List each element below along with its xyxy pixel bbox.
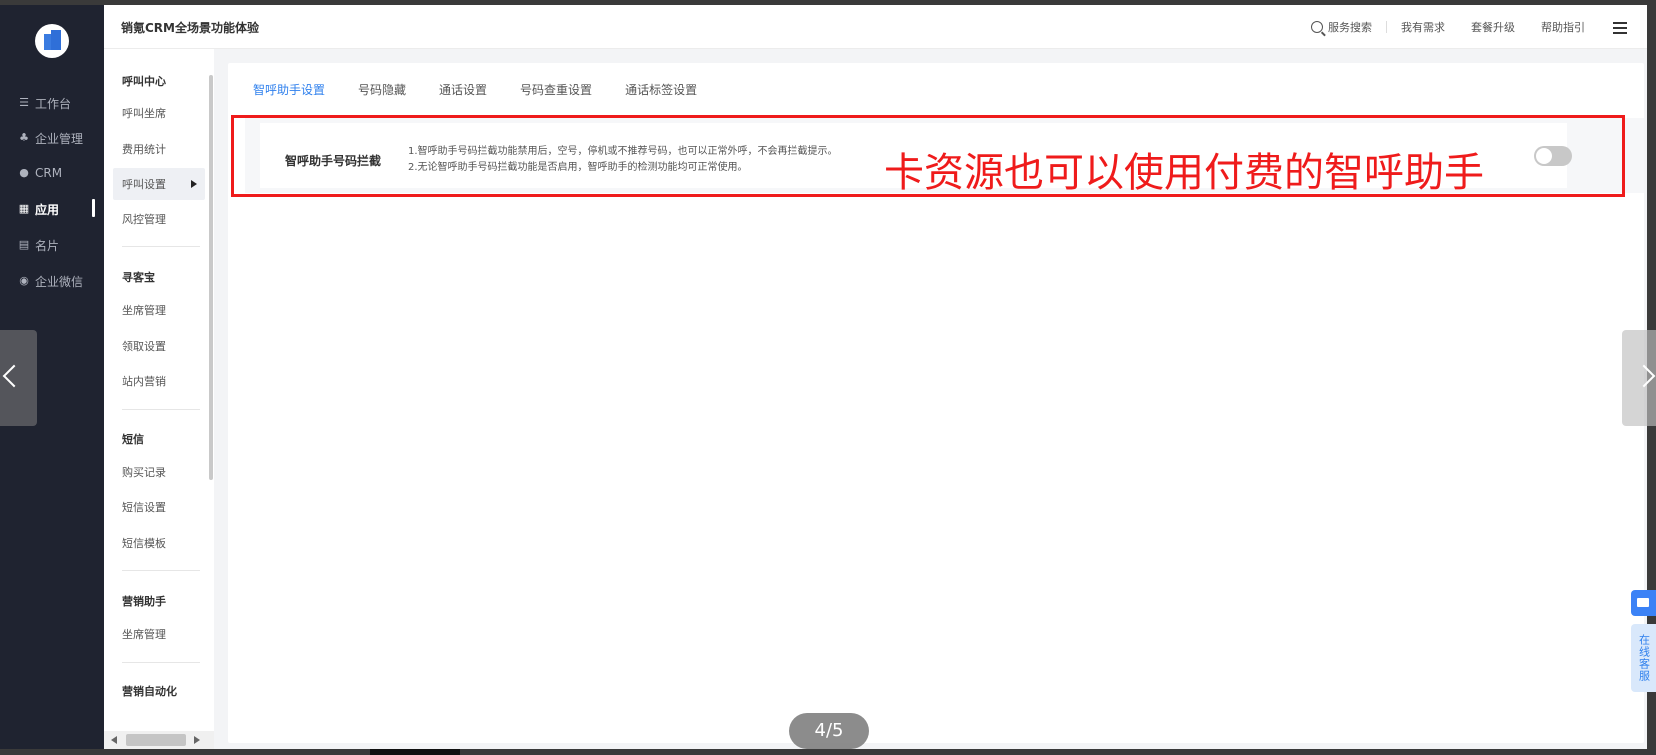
page-counter: 4/5 xyxy=(789,713,869,749)
divider xyxy=(1386,21,1387,33)
nav-item-label: 企业管理 xyxy=(35,131,84,146)
hamburger-menu-icon[interactable] xyxy=(1613,22,1627,34)
nav-item-crm[interactable]: ● CRM xyxy=(0,155,104,191)
service-search-link[interactable]: 服务搜索 xyxy=(1328,19,1372,35)
submenu-divider xyxy=(122,570,200,571)
scroll-thumb[interactable] xyxy=(126,734,186,746)
submenu-divider xyxy=(122,246,200,247)
app-logo-icon[interactable] xyxy=(35,24,69,58)
submenu-item-label: 坐席管理 xyxy=(122,304,166,317)
online-support-button[interactable]: 在线客服 xyxy=(1631,624,1656,692)
help-link[interactable]: 帮助指引 xyxy=(1541,19,1585,35)
submenu-item-sms-settings[interactable]: 短信设置 xyxy=(113,491,205,523)
upgrade-link[interactable]: 套餐升级 xyxy=(1471,19,1515,35)
submenu-item-label: 呼叫坐席 xyxy=(122,107,166,120)
submenu-item-label: 短信模板 xyxy=(122,537,166,550)
submenu-item-label: 风控管理 xyxy=(122,213,166,226)
org-icon: ♣ xyxy=(19,131,29,144)
tab-duplicate-check[interactable]: 号码查重设置 xyxy=(520,81,592,104)
nav-item-apps[interactable]: ▦ 应用 xyxy=(0,191,104,227)
apps-icon: ▦ xyxy=(18,202,30,215)
nav-item-label: 工作台 xyxy=(35,96,72,111)
submenu-item-label: 费用统计 xyxy=(122,143,166,156)
prev-image-button[interactable] xyxy=(0,330,37,426)
tab-assistant-settings[interactable]: 智呼助手设置 xyxy=(253,81,325,104)
scroll-left-icon[interactable] xyxy=(111,736,117,744)
nav-item-label: CRM xyxy=(35,166,63,180)
submenu-item-seat-manage[interactable]: 坐席管理 xyxy=(113,294,205,326)
caret-right-icon xyxy=(191,180,197,188)
screenshot-viewer: ☰ 工作台 ♣ 企业管理 ● CRM ▦ 应用 ▤ 名片 ◉ 企业微信 销氪CR… xyxy=(0,0,1656,755)
bottom-edge-dark xyxy=(370,749,460,755)
chevron-left-icon xyxy=(2,364,26,388)
submenu-item-call-settings[interactable]: 呼叫设置 xyxy=(113,168,205,200)
nav-item-wework[interactable]: ◉ 企业微信 xyxy=(0,263,104,299)
next-image-button[interactable] xyxy=(1622,330,1656,426)
submenu-item-label: 购买记录 xyxy=(122,466,166,479)
submenu-item-label: 呼叫设置 xyxy=(122,178,166,191)
top-bar: 销氪CRM全场景功能体验 服务搜索 我有需求 套餐升级 帮助指引 xyxy=(104,5,1647,49)
annotation-text: 卡资源也可以使用付费的智呼助手 xyxy=(884,150,1484,196)
submenu-item-label: 坐席管理 xyxy=(122,628,166,641)
submenu-item-risk-control[interactable]: 风控管理 xyxy=(113,203,205,235)
nav-item-label: 名片 xyxy=(35,238,60,253)
submenu-group-title: 短信 xyxy=(122,433,144,446)
scroll-right-icon[interactable] xyxy=(194,736,200,744)
submenu-item-cost-stats[interactable]: 费用统计 xyxy=(113,133,205,165)
submenu-group-title: 营销助手 xyxy=(122,595,166,608)
chevron-right-icon xyxy=(1632,364,1656,388)
submenu-item-label: 领取设置 xyxy=(122,340,166,353)
nav-item-label: 企业微信 xyxy=(35,274,84,289)
submenu-item-onsite-marketing[interactable]: 站内营销 xyxy=(113,365,205,397)
submenu-horizontal-scrollbar[interactable] xyxy=(104,731,214,749)
submenu-divider xyxy=(122,409,200,410)
crm-app-window: ☰ 工作台 ♣ 企业管理 ● CRM ▦ 应用 ▤ 名片 ◉ 企业微信 销氪CR… xyxy=(0,5,1647,749)
nav-item-label: 应用 xyxy=(35,202,60,217)
demand-link[interactable]: 我有需求 xyxy=(1401,19,1445,35)
search-icon[interactable] xyxy=(1311,21,1323,33)
top-actions: 服务搜索 我有需求 套餐升级 帮助指引 xyxy=(1311,19,1585,35)
submenu-item-claim-settings[interactable]: 领取设置 xyxy=(113,330,205,362)
nav-item-enterprise[interactable]: ♣ 企业管理 xyxy=(0,120,104,156)
nav-item-workbench[interactable]: ☰ 工作台 xyxy=(0,85,104,121)
submenu-group-title: 呼叫中心 xyxy=(122,75,166,88)
submenu-item-call-seat[interactable]: 呼叫坐席 xyxy=(113,97,205,129)
submenu-item-seat-manage-2[interactable]: 坐席管理 xyxy=(113,618,205,650)
app-title: 销氪CRM全场景功能体验 xyxy=(121,21,259,35)
tab-call-settings[interactable]: 通话设置 xyxy=(439,81,487,104)
nav-item-card[interactable]: ▤ 名片 xyxy=(0,227,104,263)
chat-icon[interactable] xyxy=(1631,590,1656,616)
secondary-menu: 呼叫中心 呼叫坐席 费用统计 呼叫设置 风控管理 寻客宝 坐席管理 领取设置 站… xyxy=(104,49,214,749)
submenu-scrollbar[interactable] xyxy=(209,75,213,480)
crm-icon: ● xyxy=(19,166,29,179)
settings-tabs: 智呼助手设置 号码隐藏 通话设置 号码查重设置 通话标签设置 xyxy=(253,81,730,104)
submenu-item-purchase-records[interactable]: 购买记录 xyxy=(113,456,205,488)
submenu-item-sms-templates[interactable]: 短信模板 xyxy=(113,527,205,559)
tab-call-tags[interactable]: 通话标签设置 xyxy=(625,81,697,104)
submenu-item-label: 短信设置 xyxy=(122,501,166,514)
list-icon: ☰ xyxy=(19,96,29,109)
wechat-icon: ◉ xyxy=(19,274,29,287)
submenu-group-title: 营销自动化 xyxy=(122,685,177,698)
tab-number-hiding[interactable]: 号码隐藏 xyxy=(358,81,406,104)
bottom-edge xyxy=(0,749,1656,755)
card-icon: ▤ xyxy=(18,238,30,251)
submenu-item-label: 站内营销 xyxy=(122,375,166,388)
submenu-divider xyxy=(122,662,200,663)
submenu-group-title: 寻客宝 xyxy=(122,271,155,284)
